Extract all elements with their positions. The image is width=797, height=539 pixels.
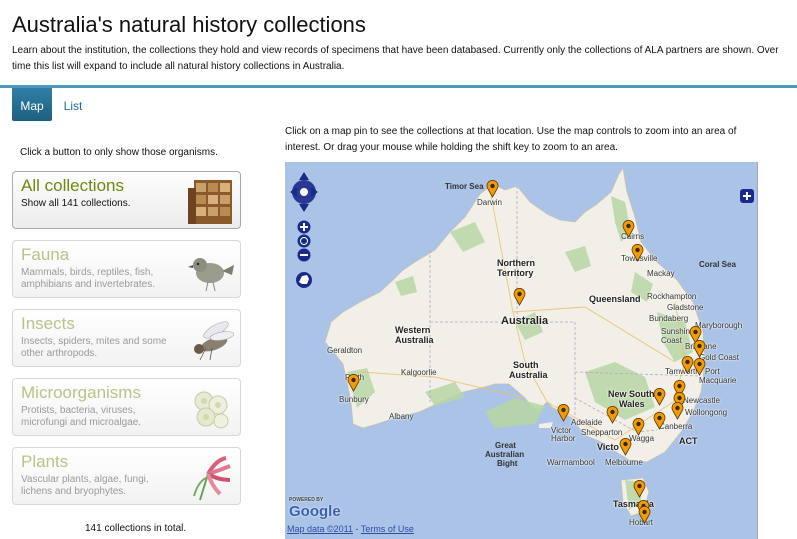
button-description: Insects, spiders, mites and some other a… bbox=[21, 336, 167, 359]
button-description: Protists, bacteria, viruses, microfungi … bbox=[21, 405, 142, 428]
fly-icon bbox=[194, 321, 235, 361]
map-region-control[interactable] bbox=[295, 271, 313, 289]
map-label-great-australian-bight-3: Bight bbox=[497, 459, 518, 468]
map-label-wollongong: Wollongong bbox=[685, 408, 728, 417]
map-label-south-australia-2: Australia bbox=[509, 370, 548, 380]
map-label-timor-sea: Timor Sea bbox=[445, 182, 484, 191]
collections-map[interactable]: Timor Sea Darwin Cairns Townsville Coral… bbox=[285, 162, 758, 539]
map-label-rockhampton: Rockhampton bbox=[647, 292, 697, 301]
map-zoom-control[interactable] bbox=[295, 220, 313, 264]
map-pin[interactable] bbox=[653, 412, 666, 430]
microbe-icon bbox=[194, 391, 229, 429]
plants-button[interactable]: Plants Vascular plants, algae, fungi, li… bbox=[12, 447, 241, 505]
map-label-queensland: Queensland bbox=[589, 294, 641, 304]
map-label-northern-territory: Northern bbox=[497, 258, 535, 268]
tab-list[interactable]: List bbox=[58, 88, 88, 121]
map-pin[interactable] bbox=[606, 406, 619, 424]
map-label-victor-harbor-2: Harbor bbox=[551, 434, 576, 443]
map-pin[interactable] bbox=[638, 506, 651, 524]
map-pin[interactable] bbox=[622, 220, 635, 238]
collections-total: 141 collections in total. bbox=[85, 523, 187, 534]
fauna-button[interactable]: Fauna Mammals, birds, reptiles, fish, am… bbox=[12, 240, 241, 298]
specimen-cabinet-icon bbox=[188, 180, 232, 224]
map-pin[interactable] bbox=[633, 480, 646, 498]
map-label-south-australia: South bbox=[513, 360, 539, 370]
kangaroo-paw-icon bbox=[193, 456, 231, 501]
map-pin[interactable] bbox=[693, 358, 706, 376]
map-pin[interactable] bbox=[619, 438, 632, 456]
button-description: Show all 141 collections. bbox=[21, 198, 131, 209]
map-label-geraldton: Geraldton bbox=[327, 346, 363, 355]
map-label-northern-territory-2: Territory bbox=[497, 268, 534, 278]
map-pin[interactable] bbox=[486, 180, 499, 198]
all-collections-button[interactable]: All collections Show all 141 collections… bbox=[12, 171, 241, 229]
terms-of-use-link[interactable]: Terms of Use bbox=[361, 524, 414, 534]
map-label-port-macquarie-2: Macquarie bbox=[699, 376, 737, 385]
button-title: Plants bbox=[21, 452, 69, 471]
map-pan-control[interactable] bbox=[289, 168, 319, 216]
map-data-link[interactable]: Map data ©2011 bbox=[287, 524, 353, 534]
button-title: Microorganisms bbox=[21, 383, 141, 402]
insects-button[interactable]: Insects Insects, spiders, mites and some… bbox=[12, 309, 241, 367]
page-intro: Learn about the institution, the collect… bbox=[12, 45, 779, 72]
map-label-kalgoorlie: Kalgoorlie bbox=[401, 368, 437, 377]
button-title: All collections bbox=[21, 176, 124, 195]
bird-icon bbox=[188, 258, 234, 292]
map-label-port-macquarie: Port bbox=[705, 367, 720, 376]
google-logo: POWERED BY Google bbox=[289, 497, 341, 520]
attribution-separator: - bbox=[353, 524, 361, 534]
map-label-sunshine-coast-2: Coast bbox=[661, 336, 682, 345]
button-title: Fauna bbox=[21, 245, 70, 264]
map-label-gladstone: Gladstone bbox=[667, 303, 704, 312]
map-pin[interactable] bbox=[671, 402, 684, 420]
page-title: Australia's natural history collections bbox=[12, 12, 366, 37]
tab-map[interactable]: Map bbox=[12, 88, 52, 121]
microorganisms-button[interactable]: Microorganisms Protists, bacteria, virus… bbox=[12, 378, 241, 436]
map-pin[interactable] bbox=[347, 374, 360, 392]
button-description: Vascular plants, algae, fungi, lichens a… bbox=[21, 474, 149, 497]
map-label-melbourne: Melbourne bbox=[605, 458, 643, 467]
map-instructions: Click on a map pin to see the collection… bbox=[285, 126, 737, 153]
map-label-adelaide: Adelaide bbox=[571, 418, 603, 427]
map-label-darwin: Darwin bbox=[477, 198, 502, 207]
map-pin[interactable] bbox=[513, 288, 526, 306]
map-pin[interactable] bbox=[693, 340, 706, 358]
map-label-great-australian-bight-2: Australian bbox=[485, 450, 525, 459]
button-title: Insects bbox=[21, 314, 75, 333]
map-label-albany: Albany bbox=[389, 412, 414, 421]
map-label-mackay: Mackay bbox=[647, 269, 675, 278]
map-label-new-south-wales: New South bbox=[608, 389, 655, 399]
map-overview-toggle[interactable] bbox=[740, 189, 754, 203]
map-label-australia: Australia bbox=[501, 315, 549, 327]
map-label-warrnambool: Warrnambool bbox=[547, 458, 595, 467]
filter-hint: Click a button to only show those organi… bbox=[20, 147, 218, 158]
map-label-coral-sea: Coral Sea bbox=[699, 260, 736, 269]
map-label-act: ACT bbox=[679, 436, 698, 446]
map-label-bundaberg: Bundaberg bbox=[649, 314, 689, 323]
map-pin[interactable] bbox=[557, 404, 570, 422]
map-pin[interactable] bbox=[631, 244, 644, 262]
map-label-newcastle: Newcastle bbox=[683, 396, 720, 405]
map-label-new-south-wales-2: Wales bbox=[619, 399, 645, 409]
map-attribution: Map data ©2011 - Terms of Use bbox=[287, 524, 414, 534]
map-label-western-australia: Western bbox=[395, 325, 431, 335]
button-description: Mammals, birds, reptiles, fish, amphibia… bbox=[21, 267, 155, 290]
map-label-bunbury: Bunbury bbox=[339, 395, 369, 404]
google-logo-text: Google bbox=[289, 503, 341, 520]
map-label-great-australian-bight: Great bbox=[495, 441, 516, 450]
map-label-maryborough: Maryborough bbox=[695, 321, 743, 330]
map-label-shepparton: Shepparton bbox=[581, 428, 623, 437]
map-pin[interactable] bbox=[632, 418, 645, 436]
map-label-western-australia-2: Australia bbox=[395, 335, 434, 345]
map-pin[interactable] bbox=[653, 388, 666, 406]
map-label-victoria: Victo bbox=[597, 442, 619, 452]
header-divider bbox=[0, 85, 797, 88]
